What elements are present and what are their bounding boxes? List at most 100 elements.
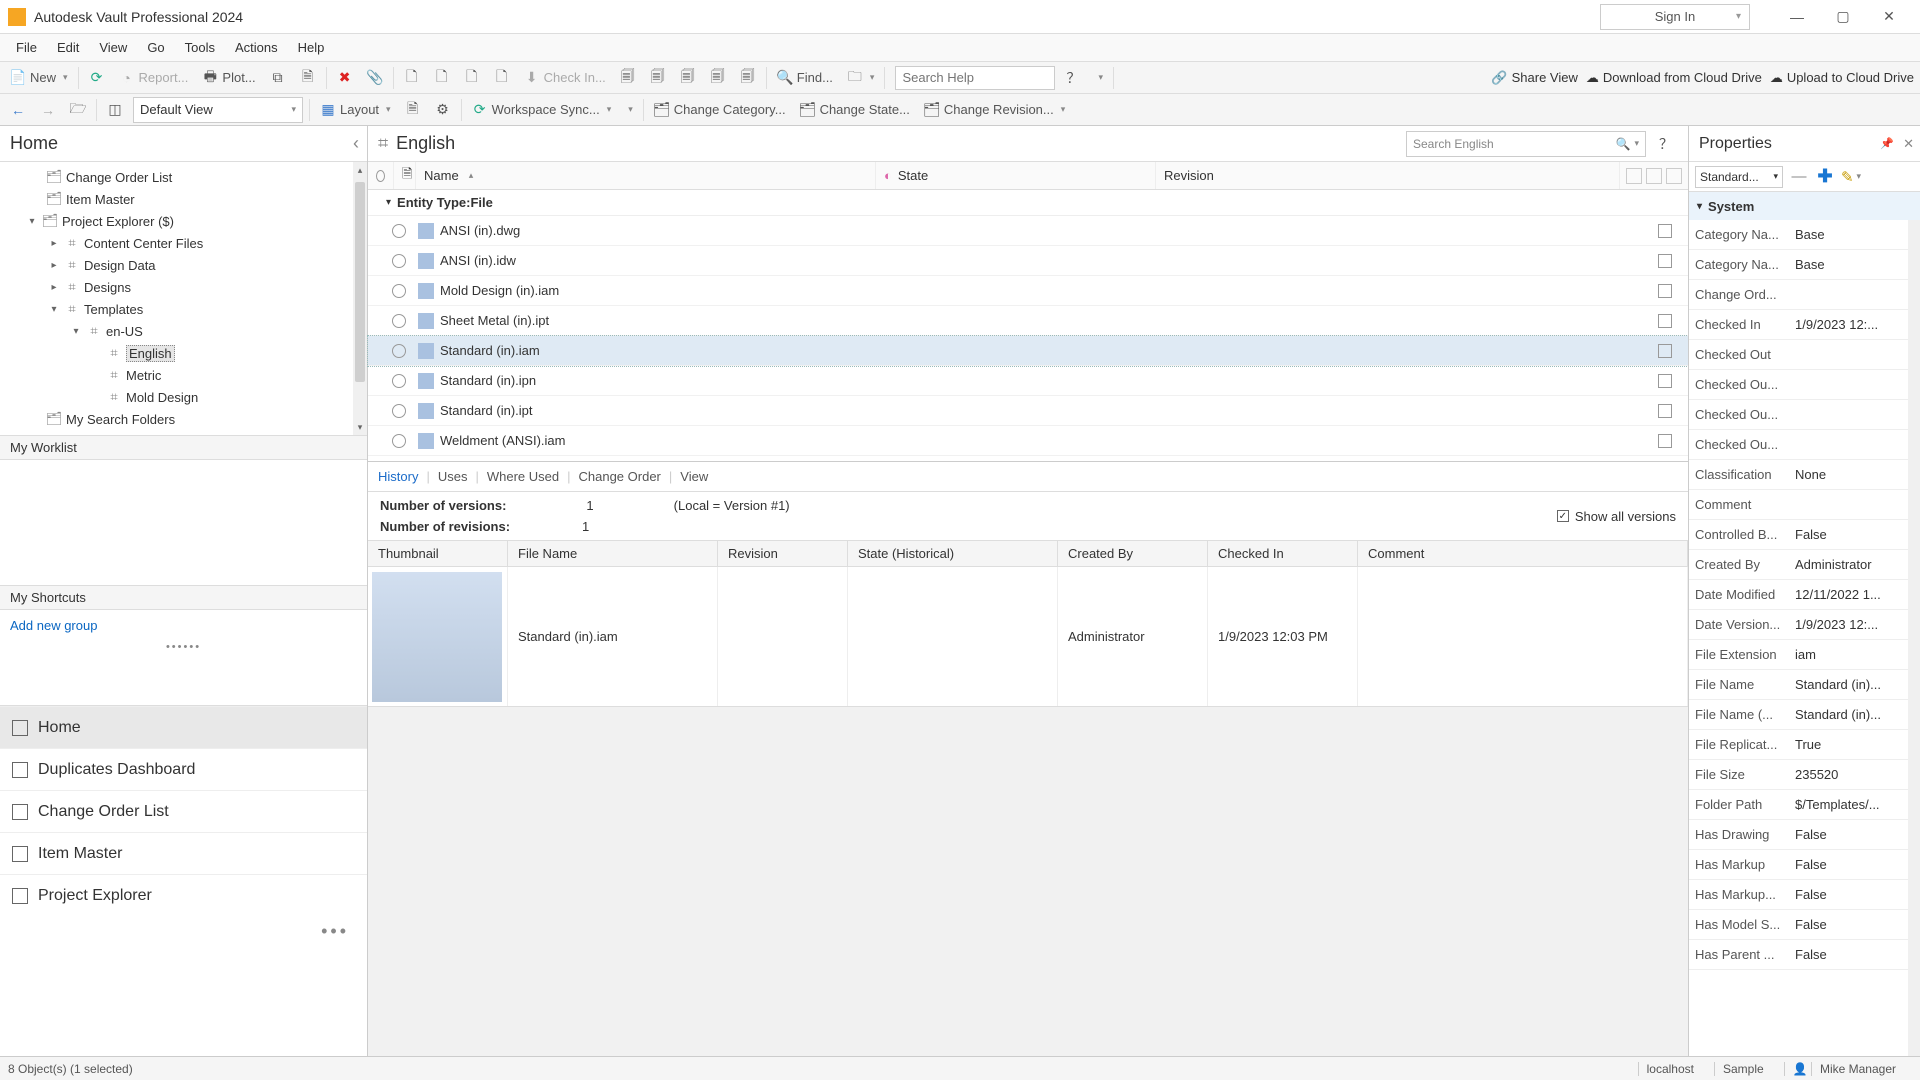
workspace-sync-button[interactable]: ⟳Workspace Sync... [468,97,616,123]
file-row[interactable]: ANSI (in).idw [368,246,1688,276]
chevron-down-icon[interactable]: ▾ [1634,138,1639,149]
menu-file[interactable]: File [8,38,45,57]
property-row[interactable]: File Replicat...True [1689,730,1920,760]
property-row[interactable]: File Size235520 [1689,760,1920,790]
toolbar-btn-12[interactable]: 🗋 [490,65,514,91]
file-row[interactable]: ANSI (in).dwg [368,216,1688,246]
download-cloud-button[interactable]: ☁Download from Cloud Drive [1586,70,1762,86]
chevron-down-icon[interactable]: ▾ [26,216,38,227]
tree-scrollbar[interactable]: ▴ ▾ [353,162,367,435]
checkin-button[interactable]: ⬇Check In... [520,65,610,91]
scroll-thumb[interactable] [355,182,365,382]
toolbar-btn-11[interactable]: 🗋 [460,65,484,91]
toolbar-btn-6[interactable]: 🗎 [296,65,320,91]
pin-icon[interactable]: 📌 [1880,137,1894,150]
property-row[interactable]: Checked Ou... [1689,400,1920,430]
toolbar-btn-15[interactable]: 🗐 [646,65,670,91]
change-revision-button[interactable]: 🗂Change Revision... [920,97,1069,123]
column-name[interactable]: Name [416,162,876,189]
plot-button[interactable]: 🖶Plot... [198,65,259,91]
toolbar-btn-20[interactable]: 🗀 [843,65,879,91]
scroll-down-icon[interactable]: ▾ [353,419,367,435]
property-row[interactable]: Date Modified12/11/2022 1... [1689,580,1920,610]
props-edit-button[interactable]: ✎ [1841,167,1861,187]
panel-toggle-button[interactable]: ◫ [103,97,127,123]
group-row[interactable]: ▾Entity Type:File [368,190,1688,216]
chevron-right-icon[interactable]: ▸ [48,260,60,271]
toolbar2-btn-a[interactable]: 🗎 [401,97,425,123]
help-dropdown[interactable] [1091,65,1107,91]
row-checkbox[interactable] [1658,284,1672,298]
scroll-up-icon[interactable]: ▴ [353,162,367,178]
chevron-down-icon[interactable]: ▾ [70,326,82,337]
property-row[interactable]: File NameStandard (in)... [1689,670,1920,700]
collapse-icon[interactable]: ‹ [353,133,359,154]
row-checkbox[interactable] [1658,314,1672,328]
props-add-button[interactable]: ✚ [1815,167,1835,187]
chevron-down-icon[interactable]: ▾ [48,304,60,315]
share-view-button[interactable]: 🔗Share View [1491,70,1577,86]
tree-item-search-folders[interactable]: 🗂My Search Folders [0,408,367,430]
row-checkbox[interactable] [1658,374,1672,388]
help-context-button[interactable]: ？ [1654,131,1678,157]
property-row[interactable]: Checked Ou... [1689,370,1920,400]
chevron-right-icon[interactable]: ▸ [48,238,60,249]
menu-tools[interactable]: Tools [177,38,223,57]
properties-scrollbar[interactable] [1908,220,1920,1056]
search-help-input[interactable] [895,66,1055,90]
menu-actions[interactable]: Actions [227,38,286,57]
report-button[interactable]: ◔Report... [115,65,193,91]
col-comment[interactable]: Comment [1358,541,1688,566]
chevron-down-icon[interactable]: ▾ [386,197,391,208]
view-mode-button-3[interactable] [1666,168,1682,184]
close-button[interactable]: ✕ [1866,2,1912,32]
change-category-button[interactable]: 🗂Change Category... [650,97,790,123]
search-icon[interactable]: 🔍 [1616,137,1631,151]
file-row[interactable]: Standard (in).iam [368,336,1688,366]
toolbar-btn-9[interactable]: 🗋 [400,65,424,91]
signin-dropdown[interactable]: Sign In [1600,4,1750,30]
property-row[interactable]: Has Model S...False [1689,910,1920,940]
tree-item-enus[interactable]: ▾⌗en-US [0,320,367,342]
col-filename[interactable]: File Name [508,541,718,566]
file-row[interactable]: Sheet Metal (in).ipt [368,306,1688,336]
property-row[interactable]: File Name (...Standard (in)... [1689,700,1920,730]
tree-item-project-explorer[interactable]: ▾🗂Project Explorer ($) [0,210,367,232]
help-button[interactable]: ？ [1061,65,1085,91]
toolbar-btn-5[interactable]: ⧉ [266,65,290,91]
column-state[interactable]: ◐State [876,162,1156,189]
tree-item-templates[interactable]: ▾⌗Templates [0,298,367,320]
property-row[interactable]: Checked Out [1689,340,1920,370]
nav-change-order[interactable]: Change Order List [0,790,367,832]
toolbar-btn-18[interactable]: 🗐 [736,65,760,91]
property-row[interactable]: Created ByAdministrator [1689,550,1920,580]
tree-item-mold[interactable]: ⌗Mold Design [0,386,367,408]
tab-uses[interactable]: Uses [438,469,468,484]
tab-view[interactable]: View [680,469,708,484]
row-checkbox[interactable] [1658,224,1672,238]
back-button[interactable]: ← [6,97,30,123]
column-revision[interactable]: Revision [1156,162,1620,189]
change-state-button[interactable]: 🗂Change State... [796,97,914,123]
property-row[interactable]: Category Na...Base [1689,250,1920,280]
tab-where-used[interactable]: Where Used [487,469,559,484]
toolbar-btn-10[interactable]: 🗋 [430,65,454,91]
props-group-system[interactable]: ▾System [1689,192,1920,220]
property-row[interactable]: ClassificationNone [1689,460,1920,490]
row-checkbox[interactable] [1658,434,1672,448]
property-row[interactable]: Controlled B...False [1689,520,1920,550]
col-thumbnail[interactable]: Thumbnail [368,541,508,566]
refresh-button[interactable]: ⟳ [85,65,109,91]
shortcuts-header[interactable]: My Shortcuts [0,586,367,610]
tree-item-change-order-list[interactable]: 🗂Change Order List [0,166,367,188]
row-checkbox[interactable] [1658,404,1672,418]
delete-button[interactable]: ✖ [333,65,357,91]
menu-help[interactable]: Help [290,38,333,57]
attach-button[interactable]: 📎 [363,65,387,91]
upload-cloud-button[interactable]: ☁Upload to Cloud Drive [1770,70,1914,86]
property-row[interactable]: Category Na...Base [1689,220,1920,250]
view-mode-button-1[interactable] [1626,168,1642,184]
property-row[interactable]: Has Markup...False [1689,880,1920,910]
property-row[interactable]: Has MarkupFalse [1689,850,1920,880]
worklist-header[interactable]: My Worklist [0,436,367,460]
